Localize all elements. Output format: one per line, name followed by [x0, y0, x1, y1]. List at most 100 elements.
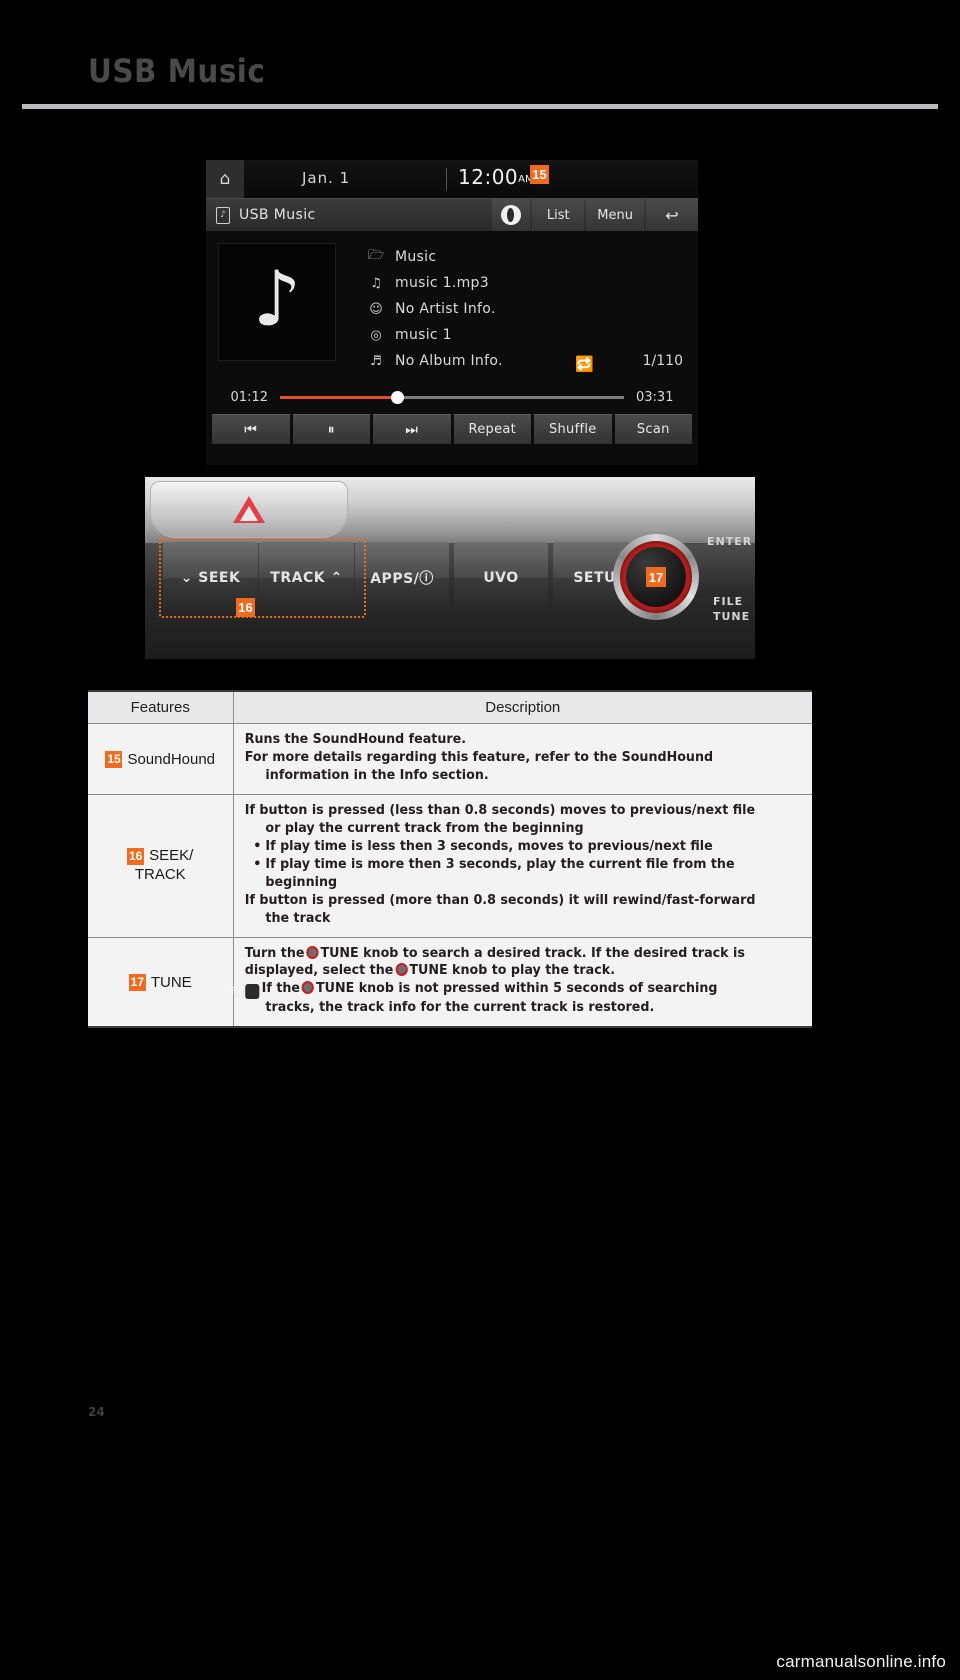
elapsed-time: 01:12	[230, 389, 268, 405]
menu-button[interactable]: Menu	[586, 199, 644, 231]
watermark: carmanualsonline.info	[776, 1652, 946, 1671]
next-track-button[interactable]: ⏭	[373, 414, 451, 444]
callout-badge-16: 16	[236, 598, 255, 617]
callout-badge-16-table: 16	[127, 847, 145, 865]
metadata-row-file: ♫ music 1.mp3	[366, 271, 503, 295]
tune-note: i If the TUNE knob is not pressed within 5…	[231, 980, 768, 1017]
tune-label: TUNE	[713, 610, 751, 623]
description-cell-seek-track: If button is pressed (less than 0.8 seco…	[233, 793, 778, 938]
track-metadata: 🗁 Music ♫ music 1.mp3 ☺ No Artist Info. …	[366, 245, 503, 375]
metadata-row-album: ♬ No Album Info.	[366, 349, 503, 373]
shuffle-button[interactable]: Shuffle	[534, 414, 612, 444]
soundhound-icon	[501, 205, 522, 225]
seek-track-highlight	[159, 538, 366, 618]
list-item: If play time is more then 3 seconds, pla…	[253, 856, 768, 892]
table-header-row: Features Description	[88, 691, 812, 724]
status-time-value: 12:00	[458, 165, 519, 189]
metadata-album: No Album Info.	[395, 353, 503, 369]
total-time: 03:31	[636, 389, 674, 405]
transport-controls: ⏮ ⏸ ⏭ Repeat Shuffle Scan	[206, 414, 698, 444]
table-head: Features Description	[88, 691, 812, 724]
back-arrow-icon: ↩	[665, 205, 679, 225]
soundhound-desc-line-2: For more details regarding this feature,…	[244, 748, 714, 783]
callout-badge-15: 15	[530, 165, 549, 184]
file-label: FILE	[713, 595, 744, 608]
feature-label-track: TRACK	[134, 865, 186, 883]
metadata-folder: Music	[395, 249, 437, 265]
metadata-title: music 1	[395, 327, 452, 343]
list-item: If play time is less then 3 seconds, mov…	[253, 837, 768, 856]
seek-desc-outro: If button is pressed (more than 0.8 seco…	[244, 891, 756, 926]
table-row: 16 SEEK/ TRACK If button is pressed (les…	[88, 793, 812, 938]
soundhound-desc-line-1: Runs the SoundHound feature.	[244, 731, 467, 747]
status-bar: ⌂ Jan. 1 12:00AM 15	[206, 160, 698, 198]
hazard-button[interactable]	[150, 481, 348, 538]
usb-music-icon: ♪	[216, 206, 230, 224]
folder-icon: 🗁	[367, 248, 385, 263]
column-header-description: Description	[233, 691, 812, 724]
progress-row: 01:12 03:31	[206, 383, 698, 411]
callout-badge-17-table: 17	[128, 973, 146, 991]
pause-button[interactable]: ⏸	[292, 414, 370, 444]
album-art: ♪	[218, 243, 336, 361]
hardware-control-panel: ⌄ SEEK TRACK ⌃ APPS/ⓘ UVO SETUP 16 17 EN…	[145, 477, 755, 659]
repeat-button[interactable]: Repeat	[453, 414, 531, 444]
feature-cell-seek-track: 16 SEEK/ TRACK	[88, 793, 234, 938]
titlebar-actions: List Menu ↩	[492, 199, 698, 231]
seek-bullet-1: If play time is less then 3 seconds, mov…	[265, 837, 713, 854]
music-note-icon: ♪	[252, 254, 302, 343]
artist-icon: ☺	[369, 301, 383, 317]
page-header: USB Music	[0, 0, 960, 120]
knob-face: 17	[626, 547, 686, 607]
apps-info-button[interactable]: APPS/ⓘ	[355, 542, 449, 614]
repeat-icon: 🔁	[575, 355, 594, 373]
table-body: 15 SoundHound Runs the SoundHound featur…	[88, 723, 812, 1028]
source-title-bar: ♪ USB Music List Menu ↩	[206, 198, 698, 231]
disc-icon: ◎	[370, 327, 382, 343]
feature-label-seek: SEEK/	[149, 846, 194, 864]
home-icon: ⌂	[219, 168, 231, 189]
home-button[interactable]: ⌂	[206, 160, 244, 198]
info-icon: i	[231, 984, 259, 1000]
table-row: 15 SoundHound Runs the SoundHound featur…	[88, 723, 812, 795]
soundhound-button[interactable]	[492, 199, 531, 231]
list-button[interactable]: List	[532, 199, 585, 231]
tune-desc-part-3: TUNE knob to play the track.	[409, 962, 616, 979]
progress-handle[interactable]	[390, 390, 404, 404]
seek-desc-intro: If button is pressed (less than 0.8 seco…	[244, 801, 756, 836]
back-button[interactable]: ↩	[646, 199, 698, 231]
description-cell-tune: Turn the TUNE knob to search a desired tr…	[231, 936, 778, 1028]
page-title: USB Music	[88, 52, 266, 90]
hazard-warning-icon	[233, 496, 265, 523]
metadata-row-folder: 🗁 Music	[366, 245, 503, 269]
previous-track-button[interactable]: ⏮	[212, 414, 290, 444]
status-time: 12:00AM	[458, 165, 534, 189]
progress-fill	[280, 395, 397, 399]
tune-knob-icon	[395, 963, 408, 977]
feature-label-tune: TUNE	[150, 973, 192, 991]
metadata-file: music 1.mp3	[395, 275, 489, 291]
note-icon: ♫	[370, 275, 382, 291]
enter-label: ENTER	[707, 535, 753, 548]
tune-desc-part-1: Turn the	[244, 944, 305, 961]
scan-button[interactable]: Scan	[614, 414, 692, 444]
uvo-button[interactable]: UVO	[454, 542, 548, 614]
tune-knob[interactable]: 17	[613, 534, 699, 620]
track-count: 1/110	[642, 353, 683, 369]
column-header-features: Features	[88, 691, 234, 724]
feature-cell-soundhound: 15 SoundHound	[88, 723, 234, 795]
metadata-row-artist: ☺ No Artist Info.	[366, 297, 503, 321]
tune-knob-icon	[306, 945, 319, 959]
progress-slider[interactable]	[280, 390, 624, 404]
feature-label-soundhound: SoundHound	[127, 750, 216, 768]
tune-note-part-1: If the	[261, 980, 301, 997]
infotainment-screen: ⌂ Jan. 1 12:00AM 15 ♪ USB Music List Men…	[206, 160, 698, 465]
status-divider	[446, 168, 447, 190]
metadata-artist: No Artist Info.	[395, 301, 496, 317]
seek-desc-bullets: If play time is less then 3 seconds, mov…	[245, 838, 768, 892]
album-icon: ♬	[370, 353, 382, 369]
table-row: 17 TUNE Turn the TUNE knob to search a de…	[88, 936, 812, 1028]
source-label: USB Music	[239, 207, 316, 223]
now-playing: ♪ 🗁 Music ♫ music 1.mp3 ☺ No Artist Info…	[206, 231, 698, 444]
feature-cell-tune: 17 TUNE	[88, 936, 234, 1028]
